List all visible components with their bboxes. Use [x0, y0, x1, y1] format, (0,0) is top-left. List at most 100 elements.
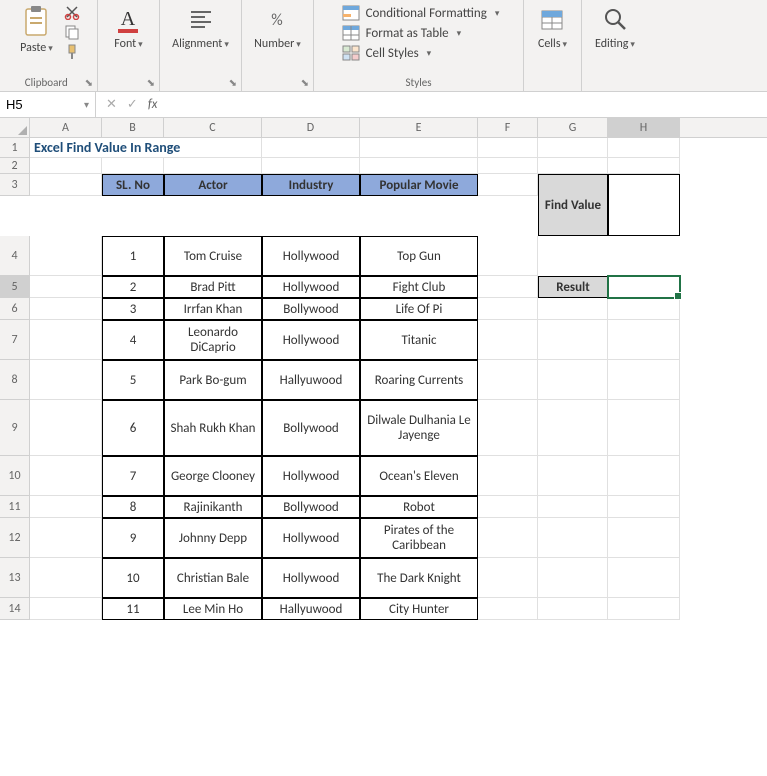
- cell-F3[interactable]: [478, 174, 538, 196]
- cell-B13[interactable]: 10: [102, 558, 164, 598]
- cell-D14[interactable]: Hallyuwood: [262, 598, 360, 620]
- cell-C8[interactable]: Park Bo-gum: [164, 360, 262, 400]
- cell-E8[interactable]: Roaring Currents: [360, 360, 478, 400]
- cell-F2[interactable]: [478, 158, 538, 174]
- cell-E12[interactable]: Pirates of the Caribbean: [360, 518, 478, 558]
- cells-button[interactable]: Cells▾: [534, 3, 571, 53]
- cell-G1[interactable]: [538, 138, 608, 158]
- cell-B7[interactable]: 4: [102, 320, 164, 360]
- cell-D10[interactable]: Hollywood: [262, 456, 360, 496]
- column-header-G[interactable]: G: [538, 118, 608, 137]
- format-painter-button[interactable]: [63, 43, 81, 61]
- row-header-14[interactable]: 14: [0, 598, 30, 620]
- cell-G8[interactable]: [538, 360, 608, 400]
- cell-E1[interactable]: [360, 138, 478, 158]
- cell-C11[interactable]: Rajinikanth: [164, 496, 262, 518]
- cell-D9[interactable]: Bollywood: [262, 400, 360, 456]
- cell-G13[interactable]: [538, 558, 608, 598]
- alignment-button[interactable]: Alignment▾: [168, 3, 233, 53]
- cell-H1[interactable]: [608, 138, 680, 158]
- cell-G2[interactable]: [538, 158, 608, 174]
- cell-C9[interactable]: Shah Rukh Khan: [164, 400, 262, 456]
- number-dialog-launcher[interactable]: ⬊: [301, 76, 309, 89]
- cell-H14[interactable]: [608, 598, 680, 620]
- row-header-7[interactable]: 7: [0, 320, 30, 360]
- cell-B10[interactable]: 7: [102, 456, 164, 496]
- row-header-9[interactable]: 9: [0, 400, 30, 456]
- name-box-dropdown[interactable]: ▾: [84, 98, 89, 111]
- cell-D11[interactable]: Bollywood: [262, 496, 360, 518]
- cell-C2[interactable]: [164, 158, 262, 174]
- cell-D8[interactable]: Hallyuwood: [262, 360, 360, 400]
- cell-D13[interactable]: Hollywood: [262, 558, 360, 598]
- name-box-input[interactable]: [6, 97, 66, 112]
- cell-E2[interactable]: [360, 158, 478, 174]
- cell-F10[interactable]: [478, 456, 538, 496]
- column-header-C[interactable]: C: [164, 118, 262, 137]
- font-button[interactable]: A Font▾: [110, 3, 146, 53]
- cell-A10[interactable]: [30, 456, 102, 496]
- formula-input[interactable]: [167, 97, 767, 112]
- column-header-A[interactable]: A: [30, 118, 102, 137]
- cell-G14[interactable]: [538, 598, 608, 620]
- cell-F12[interactable]: [478, 518, 538, 558]
- alignment-dialog-launcher[interactable]: ⬊: [229, 76, 237, 89]
- cell-G6[interactable]: [538, 298, 608, 320]
- format-as-table-button[interactable]: Format as Table▾: [342, 25, 500, 41]
- cell-C10[interactable]: George Clooney: [164, 456, 262, 496]
- cell-E7[interactable]: Titanic: [360, 320, 478, 360]
- row-header-3[interactable]: 3: [0, 174, 30, 196]
- cell-H11[interactable]: [608, 496, 680, 518]
- row-header-12[interactable]: 12: [0, 518, 30, 558]
- cell-B8[interactable]: 5: [102, 360, 164, 400]
- cell-D5[interactable]: Hollywood: [262, 276, 360, 298]
- cell-B3[interactable]: SL. No: [102, 174, 164, 196]
- font-dialog-launcher[interactable]: ⬊: [147, 76, 155, 89]
- conditional-formatting-button[interactable]: Conditional Formatting▾: [342, 5, 500, 21]
- cancel-formula-button[interactable]: ✕: [106, 97, 117, 112]
- cell-E4[interactable]: Top Gun: [360, 236, 478, 276]
- cell-G12[interactable]: [538, 518, 608, 558]
- cell-A7[interactable]: [30, 320, 102, 360]
- active-cell[interactable]: [608, 276, 680, 298]
- cell-styles-button[interactable]: Cell Styles▾: [342, 45, 500, 61]
- cell-F1[interactable]: [478, 138, 538, 158]
- cell-B12[interactable]: 9: [102, 518, 164, 558]
- cell-G11[interactable]: [538, 496, 608, 518]
- cell-B4[interactable]: 1: [102, 236, 164, 276]
- cell-A2[interactable]: [30, 158, 102, 174]
- insert-function-button[interactable]: fx: [148, 97, 158, 112]
- cell-C7[interactable]: Leonardo DiCaprio: [164, 320, 262, 360]
- cell-A14[interactable]: [30, 598, 102, 620]
- row-header-8[interactable]: 8: [0, 360, 30, 400]
- cell-H12[interactable]: [608, 518, 680, 558]
- cell-D3[interactable]: Industry: [262, 174, 360, 196]
- cell-A12[interactable]: [30, 518, 102, 558]
- cell-A8[interactable]: [30, 360, 102, 400]
- find-value-input[interactable]: [608, 174, 680, 236]
- column-header-B[interactable]: B: [102, 118, 164, 137]
- cell-G9[interactable]: [538, 400, 608, 456]
- copy-button[interactable]: [63, 23, 81, 41]
- cell-C5[interactable]: Brad Pitt: [164, 276, 262, 298]
- cell-D2[interactable]: [262, 158, 360, 174]
- cell-H6[interactable]: [608, 298, 680, 320]
- cell-F5[interactable]: [478, 276, 538, 298]
- cell-F8[interactable]: [478, 360, 538, 400]
- cell-E3[interactable]: Popular Movie: [360, 174, 478, 196]
- cell-A13[interactable]: [30, 558, 102, 598]
- sheet-title[interactable]: Excel Find Value In Range: [30, 138, 262, 158]
- cell-H2[interactable]: [608, 158, 680, 174]
- column-header-H[interactable]: H: [608, 118, 680, 137]
- cell-F6[interactable]: [478, 298, 538, 320]
- number-button[interactable]: % Number▾: [250, 3, 305, 53]
- cell-E11[interactable]: Robot: [360, 496, 478, 518]
- cell-H13[interactable]: [608, 558, 680, 598]
- cell-C4[interactable]: Tom Cruise: [164, 236, 262, 276]
- cell-H8[interactable]: [608, 360, 680, 400]
- cell-F9[interactable]: [478, 400, 538, 456]
- cell-G10[interactable]: [538, 456, 608, 496]
- cell-H7[interactable]: [608, 320, 680, 360]
- cell-E9[interactable]: Dilwale Dulhania Le Jayenge: [360, 400, 478, 456]
- cell-C14[interactable]: Lee Min Ho: [164, 598, 262, 620]
